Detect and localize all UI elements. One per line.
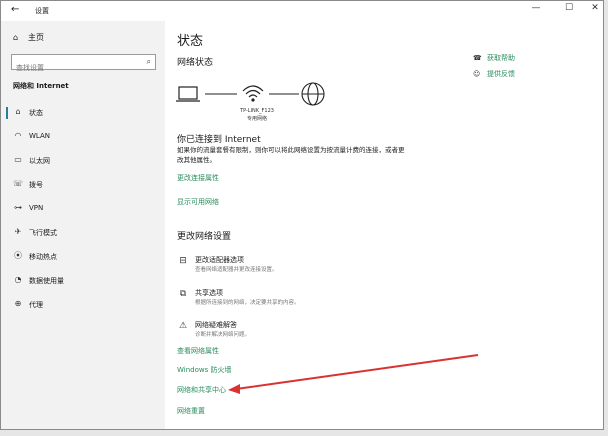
annotation-arrow (228, 354, 479, 394)
